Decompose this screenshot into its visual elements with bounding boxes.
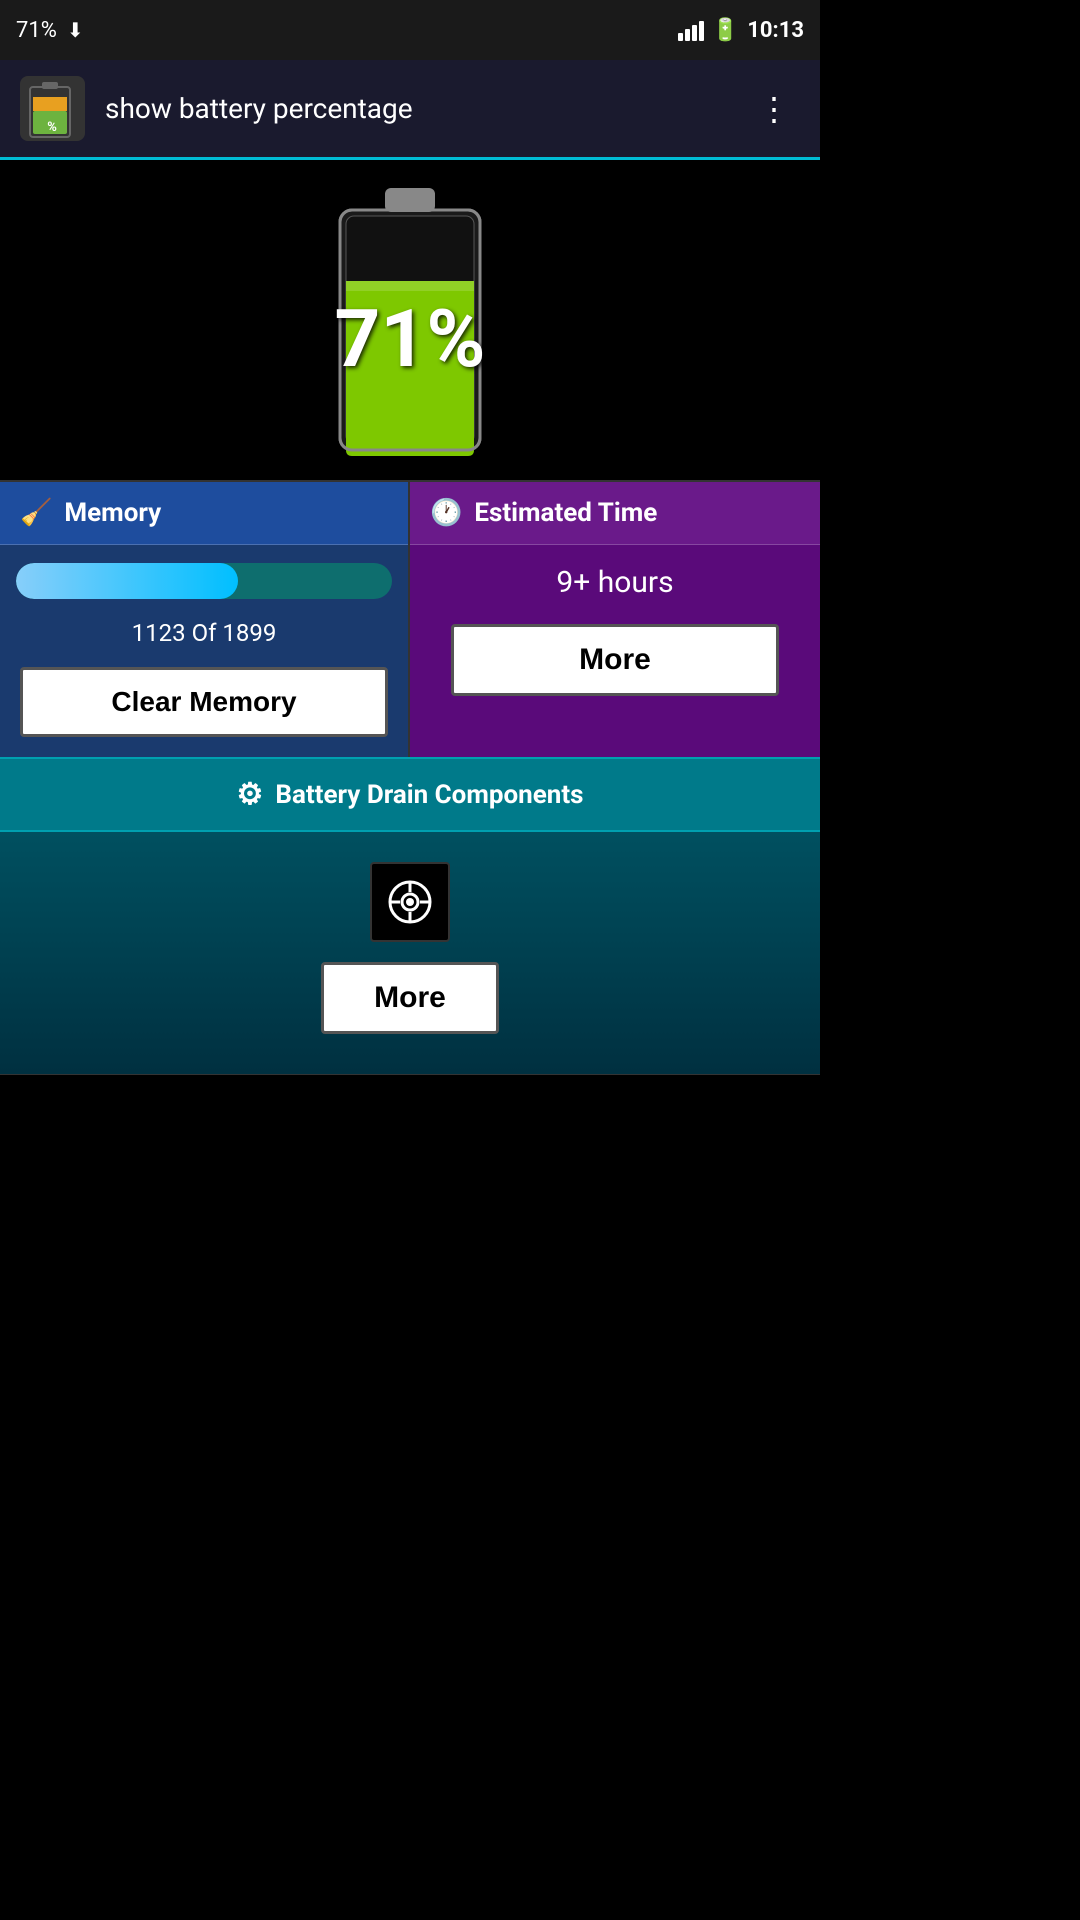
app-icon: % [20,76,85,141]
location-icon [385,877,435,927]
more-drain-button[interactable]: More [321,962,499,1034]
battery-display: 71% [0,160,820,480]
app-icon-svg: % [25,79,80,139]
battery-percent-status: 71% [16,18,57,43]
download-icon: ⬇ [67,18,84,42]
bottom-area [0,1074,820,1474]
time-panel: 🕐 Estimated Time 9+ hours More [410,482,820,757]
time-header: 🕐 Estimated Time [410,482,820,545]
gear-icon: ⚙ [236,777,263,812]
battery-drain-section: ⚙ Battery Drain Components More [0,757,820,1074]
battery-graphic: 71% [330,180,490,460]
memory-panel: 🧹 Memory 1123 Of 1899 Clear Memory [0,482,410,757]
clear-memory-button[interactable]: Clear Memory [20,667,388,737]
broom-icon: 🧹 [20,498,52,528]
memory-progress-bg [16,563,392,599]
more-time-button[interactable]: More [451,624,779,696]
progress-container [0,545,408,609]
svg-text:%: % [47,120,57,135]
memory-label: Memory [64,498,161,528]
main-grid: 🧹 Memory 1123 Of 1899 Clear Memory 🕐 Est… [0,480,820,757]
drain-header: ⚙ Battery Drain Components [0,759,820,832]
status-right: 🔋 10:13 [678,18,804,43]
app-title: show battery percentage [105,92,748,125]
status-bar: 71% ⬇ 🔋 10:13 [0,0,820,60]
drain-content: More [0,832,820,1074]
clock-icon: 🕐 [430,498,462,528]
battery-icon-status: 🔋 [712,18,739,43]
memory-progress-fill [16,563,238,599]
status-left: 71% ⬇ [16,18,84,43]
clock: 10:13 [747,18,804,43]
memory-header: 🧹 Memory [0,482,408,545]
time-label: Estimated Time [474,498,657,528]
signal-icon [678,19,704,41]
menu-button[interactable]: ⋮ [748,80,800,138]
location-icon-box [370,862,450,942]
app-bar: % show battery percentage ⋮ [0,60,820,160]
drain-header-label: Battery Drain Components [275,780,583,810]
time-value: 9+ hours [410,545,820,614]
battery-percentage: 71% [335,292,486,386]
memory-stats: 1123 Of 1899 [0,609,408,657]
